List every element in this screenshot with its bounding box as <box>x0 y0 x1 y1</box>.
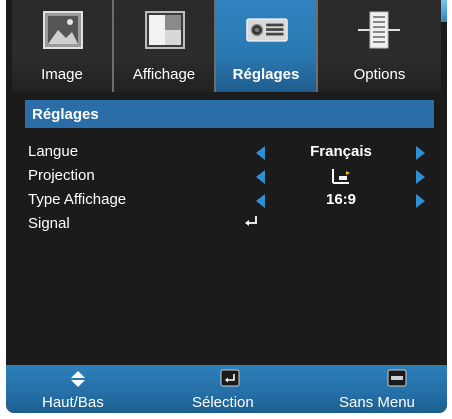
enter-icon <box>243 213 259 234</box>
display-icon <box>144 10 186 50</box>
tab-reglages[interactable]: Réglages <box>216 0 316 92</box>
panel-title: Réglages <box>32 106 99 123</box>
options-icon <box>358 10 400 50</box>
tab-affichage[interactable]: Affichage <box>114 0 214 92</box>
enter-key-icon <box>220 369 240 392</box>
arrow-left-icon[interactable] <box>256 170 265 184</box>
arrow-right-icon[interactable] <box>416 170 425 184</box>
arrow-left-icon[interactable] <box>256 194 265 208</box>
setting-label: Type Affichage <box>28 191 127 208</box>
tab-image-label: Image <box>41 66 83 83</box>
image-icon <box>42 10 84 50</box>
setting-label: Langue <box>28 143 79 160</box>
tab-image[interactable]: Image <box>12 0 112 92</box>
setting-row-langue[interactable]: Langue Français <box>6 141 447 163</box>
setting-value: 16:9 <box>325 191 357 208</box>
tab-options-label: Options <box>353 66 406 83</box>
projector-icon <box>246 10 288 50</box>
hint-selection: Sélection <box>184 365 274 413</box>
tab-bar: Image Affichage Réglages Options <box>12 0 441 92</box>
hint-label: Sélection <box>192 394 254 411</box>
hint-haut-bas: Haut/Bas <box>34 365 124 413</box>
tab-options[interactable]: Options <box>318 0 441 92</box>
setting-row-type-affichage[interactable]: Type Affichage 16:9 <box>6 189 447 211</box>
tab-reglages-label: Réglages <box>232 66 300 83</box>
arrow-left-icon[interactable] <box>256 146 265 160</box>
setting-label: Signal <box>28 215 70 232</box>
arrow-right-icon[interactable] <box>416 146 425 160</box>
setting-row-projection[interactable]: Projection <box>6 165 447 187</box>
arrow-right-icon[interactable] <box>416 194 425 208</box>
setting-label: Projection <box>28 167 95 184</box>
osd-menu: Image Affichage Réglages Options Réglage… <box>6 0 447 413</box>
hint-label: Sans Menu <box>339 394 415 411</box>
tab-affichage-label: Affichage <box>132 66 196 83</box>
panel-title-bar: Réglages <box>25 100 434 128</box>
hint-sans-menu: Sans Menu <box>331 365 441 413</box>
projection-icon <box>286 167 396 189</box>
up-down-icon <box>68 369 88 394</box>
setting-row-signal[interactable]: Signal <box>6 213 447 235</box>
hint-label: Haut/Bas <box>42 394 104 411</box>
setting-value: Français <box>310 143 372 160</box>
menu-key-icon <box>387 369 407 392</box>
bottom-hint-bar: Haut/Bas Sélection Sans Menu <box>6 365 447 413</box>
